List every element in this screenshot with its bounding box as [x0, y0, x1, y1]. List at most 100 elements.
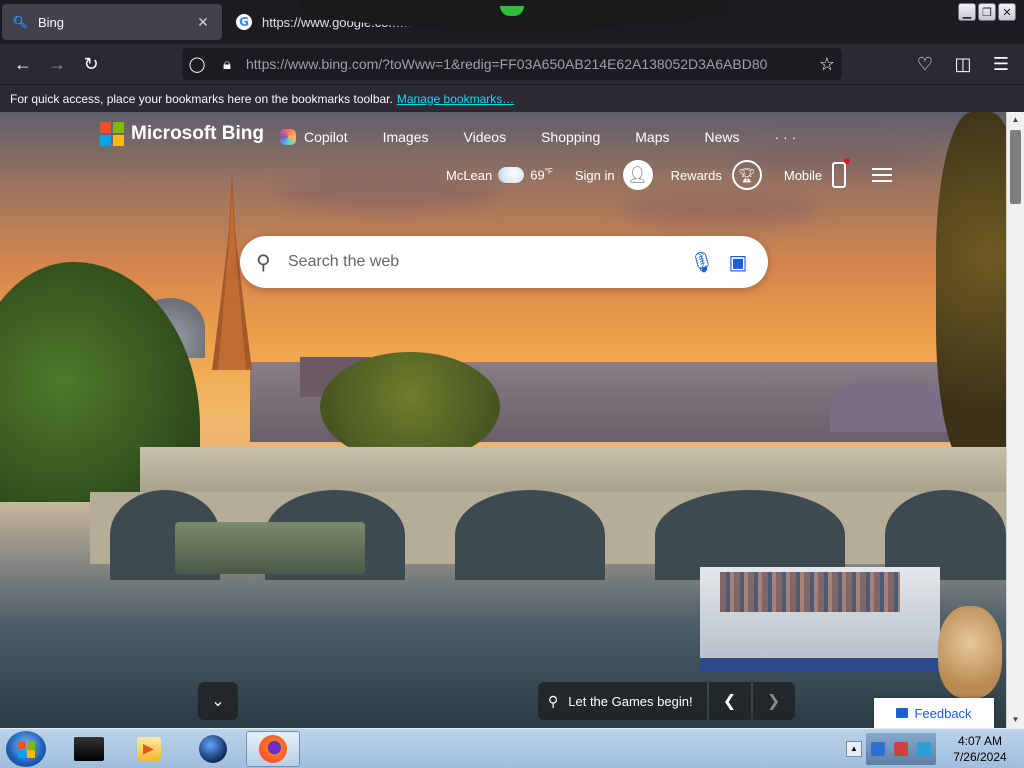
search-icon: ⚲ [256, 251, 271, 274]
screen: 🔍︎ Bing ✕ G https://www.google.com/searc… [0, 0, 1024, 768]
nav-label: Copilot [304, 129, 348, 145]
rewards-label: Rewards [670, 167, 722, 183]
tab-title: Bing [38, 14, 65, 30]
mobile-button[interactable]: Mobile [783, 158, 851, 188]
feedback-icon [896, 708, 909, 718]
notification-dot [844, 158, 851, 164]
barge [175, 522, 365, 574]
user-avatar-icon: 👤︎ [622, 160, 653, 190]
command-prompt-icon [74, 737, 104, 761]
sign-in-button[interactable]: Sign in 👤︎ [575, 160, 653, 190]
caption-text: Let the Games begin! [568, 693, 693, 709]
manage-bookmarks-link[interactable]: Manage bookmarks… [397, 92, 514, 106]
trees [320, 352, 500, 462]
address-bar[interactable]: ◯ 🔒︎ https://www.bing.com/?toWww=1&redig… [182, 48, 842, 80]
close-tab-icon[interactable]: ✕ [194, 14, 212, 31]
nav-maps[interactable]: Maps [635, 129, 669, 145]
scrollbar-thumb[interactable] [1010, 130, 1021, 204]
tab-strip: 🔍︎ Bing ✕ G https://www.google.com/searc… [0, 0, 1024, 44]
restore-button[interactable]: ❐ [978, 3, 996, 21]
weather-widget[interactable]: McLean 69°F [446, 162, 553, 183]
taskbar-globe-app[interactable] [188, 731, 238, 767]
hamster-mascot [938, 606, 1002, 698]
clock[interactable]: 4:07 AM 7/26/2024 [936, 733, 1024, 765]
temp-value: 69 [530, 167, 545, 183]
mobile-label: Mobile [783, 167, 823, 183]
lock-icon[interactable]: 🔒︎ [212, 56, 242, 73]
bing-homepage: Microsoft Bing Copilot Images Videos Sho… [0, 112, 1006, 728]
chevron-down-icon: ⌄ [211, 693, 225, 710]
tray-icons [866, 733, 936, 765]
chevron-right-icon: ❯ [766, 693, 781, 710]
window-controls: ▁ ❐ ✕ [958, 3, 1016, 21]
clock-date: 7/26/2024 [953, 750, 1007, 764]
next-image-button[interactable]: ❯ [752, 682, 795, 720]
nav-copilot[interactable]: Copilot [280, 129, 348, 145]
nav-more[interactable]: · · · [775, 129, 797, 145]
rewards-button[interactable]: Rewards 🏆︎ [671, 160, 762, 190]
scroll-down-arrow[interactable]: ▼ [1007, 712, 1024, 728]
bing-icon: 🔍︎ [12, 15, 28, 29]
reload-icon[interactable]: ↻ [74, 48, 108, 80]
trophy-icon: 🏆︎ [731, 160, 762, 190]
show-hidden-icons-button[interactable]: ▲ [846, 741, 862, 757]
microsoft-logo-icon [100, 122, 124, 146]
bookmarks-toolbar: For quick access, place your bookmarks h… [0, 84, 1024, 112]
close-window-button[interactable]: ✕ [998, 3, 1016, 21]
minimize-button[interactable]: ▁ [958, 3, 976, 21]
phone-icon [832, 158, 851, 188]
tab-bing[interactable]: 🔍︎ Bing ✕ [2, 4, 222, 40]
chevron-left-icon: ❮ [722, 693, 737, 710]
nav-shopping[interactable]: Shopping [541, 129, 600, 145]
tray-volume-icon[interactable] [917, 742, 932, 756]
hamburger-menu-icon[interactable] [872, 164, 893, 186]
logo-square [113, 135, 124, 146]
weather-location: McLean [446, 167, 493, 183]
tray-network-icon[interactable] [893, 742, 908, 756]
visual-search-icon[interactable]: ▣ [720, 250, 756, 275]
clock-time: 4:07 AM [957, 734, 1003, 748]
building [830, 382, 950, 432]
vertical-scrollbar[interactable]: ▲ ▼ [1006, 112, 1024, 728]
media-player-icon [137, 737, 161, 761]
bridge-arch [455, 490, 605, 580]
sign-in-label: Sign in [574, 167, 615, 183]
taskbar-firefox[interactable] [246, 731, 300, 767]
system-tray: ▲ 4:07 AM 7/26/2024 [842, 729, 1024, 768]
weather-temp: 69°F [530, 167, 553, 182]
taskbar-media-player[interactable] [124, 731, 174, 767]
taskbar: ▲ 4:07 AM 7/26/2024 [0, 728, 1024, 768]
logo-square [100, 122, 111, 133]
microphone-icon[interactable]: 🎙︎ [684, 250, 720, 275]
nav-news[interactable]: News [704, 129, 739, 145]
forward-icon[interactable]: → [40, 48, 74, 80]
menu-icon[interactable]: ☰ [984, 48, 1018, 80]
back-icon[interactable]: ← [6, 48, 40, 80]
scroll-up-arrow[interactable]: ▲ [1007, 112, 1024, 128]
firefox-icon [259, 735, 287, 763]
windows-logo-icon [17, 740, 35, 758]
bing-top-nav: Copilot Images Videos Shopping Maps News… [280, 129, 831, 145]
boat-passengers [720, 572, 900, 612]
microsoft-bing-logo[interactable]: Microsoft Bing [100, 122, 264, 146]
nav-videos[interactable]: Videos [464, 129, 507, 145]
extensions-icon[interactable]: ◫ [946, 48, 980, 80]
shield-icon[interactable]: ◯ [182, 55, 212, 73]
location-pin-icon: ⚲ [548, 692, 559, 709]
bing-header: Microsoft Bing Copilot Images Videos Sho… [0, 112, 1006, 222]
pocket-icon[interactable]: ♡ [908, 48, 942, 80]
previous-image-button[interactable]: ❮ [708, 682, 751, 720]
search-input[interactable] [284, 253, 684, 271]
url-text[interactable]: https://www.bing.com/?toWww=1&redig=FF03… [242, 56, 812, 72]
partly-cloudy-icon [498, 162, 525, 183]
image-caption[interactable]: ⚲ Let the Games begin! [538, 682, 707, 720]
nav-images[interactable]: Images [383, 129, 429, 145]
tray-app-icon[interactable] [870, 742, 885, 756]
bookmark-star-icon[interactable]: ☆ [812, 54, 842, 75]
taskbar-command-prompt[interactable] [64, 731, 114, 767]
start-button[interactable] [6, 731, 46, 767]
bookmarks-message: For quick access, place your bookmarks h… [10, 91, 393, 106]
feedback-button[interactable]: Feedback [874, 698, 994, 728]
scroll-down-button[interactable]: ⌄ [198, 682, 238, 720]
temp-unit: °F [544, 167, 553, 177]
